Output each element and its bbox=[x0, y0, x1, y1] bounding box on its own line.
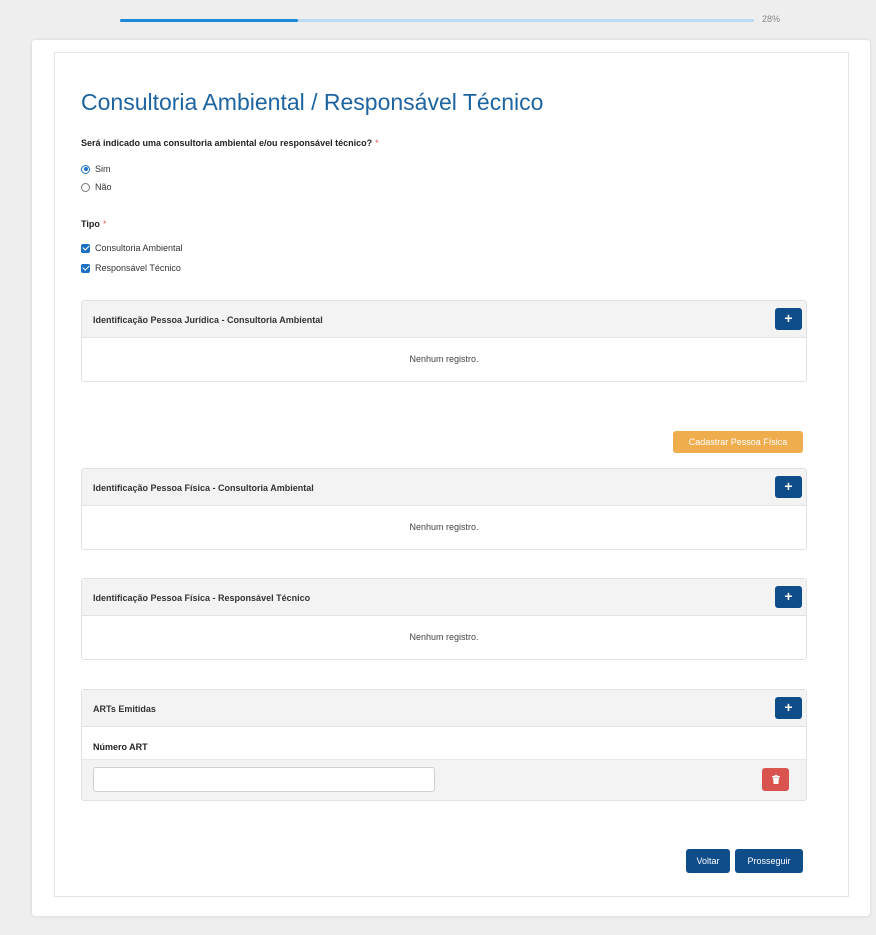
delete-button[interactable] bbox=[762, 768, 789, 791]
page-title: Consultoria Ambiental / Responsável Técn… bbox=[81, 89, 544, 115]
panel-header: ARTs Emitidas + bbox=[82, 690, 806, 727]
required-mark: * bbox=[102, 219, 107, 229]
panel-title: ARTs Emitidas bbox=[93, 704, 156, 714]
progress-label: 28% bbox=[762, 14, 781, 24]
empty-message: Nenhum registro. bbox=[409, 522, 479, 532]
voltar-button[interactable]: Voltar bbox=[686, 849, 730, 873]
art-column-label: Número ART bbox=[93, 742, 148, 752]
radio-nao[interactable]: Não bbox=[81, 182, 112, 192]
empty-message: Nenhum registro. bbox=[409, 632, 479, 642]
panel-header: Identificação Pessoa Jurídica - Consulto… bbox=[82, 301, 806, 338]
radio-unselected-icon[interactable] bbox=[81, 182, 90, 192]
progress-track bbox=[120, 19, 754, 22]
empty-message: Nenhum registro. bbox=[409, 354, 479, 364]
panel-pf-responsavel: Identificação Pessoa Física - Responsáve… bbox=[81, 578, 807, 660]
checkbox-checked-icon[interactable] bbox=[81, 243, 90, 253]
progress-fill bbox=[120, 19, 298, 22]
tipo-text: Tipo bbox=[81, 219, 100, 229]
checkbox-consultoria[interactable]: Consultoria Ambiental bbox=[81, 243, 183, 253]
numero-art-input[interactable] bbox=[93, 767, 435, 792]
panel-pf-consultoria: Identificação Pessoa Física - Consultori… bbox=[81, 468, 807, 550]
form-container: Consultoria Ambiental / Responsável Técn… bbox=[54, 52, 849, 897]
progress-bar: 28% bbox=[120, 14, 840, 28]
panel-title: Identificação Pessoa Física - Responsáve… bbox=[93, 593, 311, 603]
radio-nao-label: Não bbox=[95, 182, 112, 192]
tipo-label: Tipo * bbox=[81, 219, 106, 229]
art-column-header: Número ART bbox=[82, 727, 806, 760]
trash-icon bbox=[771, 775, 780, 784]
panel-header: Identificação Pessoa Física - Consultori… bbox=[82, 469, 806, 506]
checkbox-consultoria-label: Consultoria Ambiental bbox=[95, 243, 183, 253]
panel-title: Identificação Pessoa Jurídica - Consulto… bbox=[93, 315, 323, 325]
prosseguir-button[interactable]: Prosseguir bbox=[735, 849, 803, 873]
panel-header: Identificação Pessoa Física - Responsáve… bbox=[82, 579, 806, 616]
question-label: Será indicado uma consultoria ambiental … bbox=[81, 138, 379, 148]
radio-sim[interactable]: Sim bbox=[81, 164, 111, 174]
checkbox-checked-icon[interactable] bbox=[81, 263, 90, 273]
add-art-button[interactable]: + bbox=[775, 697, 802, 719]
required-mark: * bbox=[375, 138, 379, 148]
question-text: Será indicado uma consultoria ambiental … bbox=[81, 138, 373, 148]
checkbox-responsavel[interactable]: Responsável Técnico bbox=[81, 263, 181, 273]
add-button[interactable]: + bbox=[775, 476, 802, 498]
checkbox-responsavel-label: Responsável Técnico bbox=[95, 263, 181, 273]
radio-selected-icon[interactable] bbox=[81, 164, 90, 174]
form-card: Consultoria Ambiental / Responsável Técn… bbox=[32, 40, 870, 916]
table-row bbox=[82, 760, 806, 800]
panel-arts: ARTs Emitidas + Número ART bbox=[81, 689, 807, 801]
panel-pj-consultoria: Identificação Pessoa Jurídica - Consulto… bbox=[81, 300, 807, 382]
cadastrar-pessoa-fisica-button[interactable]: Cadastrar Pessoa Física bbox=[673, 431, 803, 453]
panel-title: Identificação Pessoa Física - Consultori… bbox=[93, 483, 314, 493]
radio-sim-label: Sim bbox=[95, 164, 111, 174]
add-button[interactable]: + bbox=[775, 586, 802, 608]
add-button[interactable]: + bbox=[775, 308, 802, 330]
